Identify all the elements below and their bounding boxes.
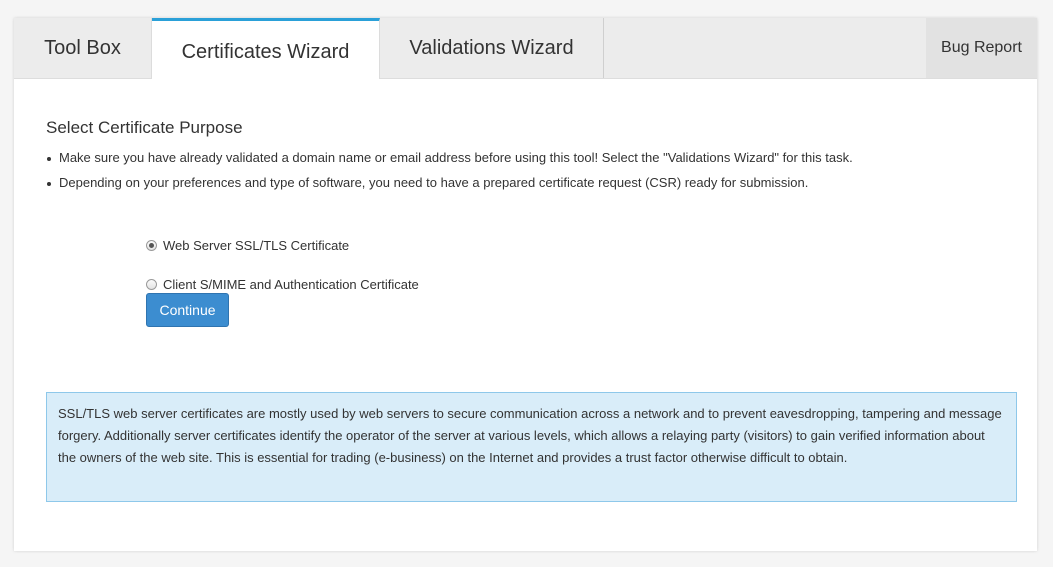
tab-bar: Tool Box Certificates Wizard Validations… [14, 18, 1037, 79]
tab-tool-box[interactable]: Tool Box [14, 18, 152, 78]
page-title: Select Certificate Purpose [46, 118, 243, 137]
main-panel: Tool Box Certificates Wizard Validations… [14, 18, 1037, 551]
tab-validations-wizard[interactable]: Validations Wizard [380, 18, 604, 78]
option-label: Web Server SSL/TLS Certificate [163, 238, 350, 253]
bullet-icon [47, 157, 51, 161]
instruction-list: Make sure you have already validated a d… [46, 149, 853, 199]
instruction-text: Depending on your preferences and type o… [59, 175, 809, 190]
option-label: Client S/MIME and Authentication Certifi… [163, 277, 419, 292]
bug-report-link[interactable]: Bug Report [926, 18, 1037, 78]
continue-button[interactable]: Continue [146, 293, 229, 327]
list-item: Depending on your preferences and type o… [46, 174, 853, 199]
bullet-icon [47, 182, 51, 186]
option-client-smime[interactable]: Client S/MIME and Authentication Certifi… [146, 277, 419, 292]
instruction-text: Make sure you have already validated a d… [59, 150, 853, 165]
list-item: Make sure you have already validated a d… [46, 149, 853, 174]
radio-button-selected[interactable] [146, 240, 157, 251]
option-web-server-ssl[interactable]: Web Server SSL/TLS Certificate [146, 238, 349, 253]
radio-button[interactable] [146, 279, 157, 290]
tab-certificates-wizard[interactable]: Certificates Wizard [152, 18, 380, 79]
info-box: SSL/TLS web server certificates are most… [46, 392, 1017, 502]
